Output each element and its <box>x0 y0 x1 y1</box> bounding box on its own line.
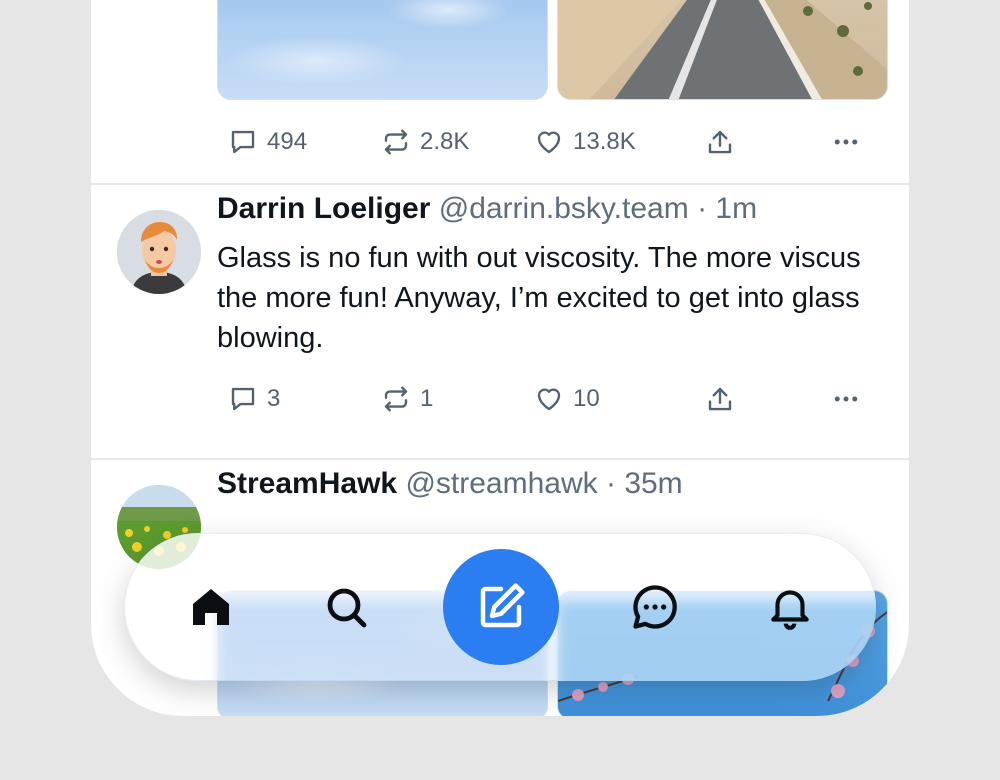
post-header: StreamHawk @streamhawk · 35m <box>217 467 683 501</box>
repost-button[interactable]: 1 <box>381 379 433 419</box>
like-button[interactable]: 10 <box>534 379 600 419</box>
bell-icon <box>771 590 809 630</box>
reply-count: 3 <box>267 385 281 412</box>
share-button[interactable] <box>705 379 735 419</box>
post-image-sky[interactable] <box>217 0 548 100</box>
post-image-road[interactable] <box>557 0 888 100</box>
post-top: 494 2.8K 13.8K <box>91 0 909 183</box>
road-illustration <box>558 0 887 99</box>
separator: · <box>605 467 616 500</box>
avatar-illustration <box>117 210 201 294</box>
author-name[interactable]: Darrin Loeliger <box>217 192 430 225</box>
repost-icon <box>384 129 408 155</box>
more-icon <box>834 396 858 402</box>
search-icon <box>327 588 367 628</box>
chat-icon <box>633 585 677 629</box>
bottom-nav <box>124 533 876 681</box>
post-header: Darrin Loeliger @darrin.bsky.team · 1m <box>217 192 757 226</box>
share-button[interactable] <box>705 122 735 162</box>
nav-home[interactable] <box>185 581 237 633</box>
repost-count: 1 <box>420 385 434 412</box>
author-name[interactable]: StreamHawk <box>217 467 397 500</box>
like-button[interactable]: 13.8K <box>534 122 636 162</box>
author-handle[interactable]: @streamhawk <box>405 467 597 500</box>
reply-icon <box>231 387 255 411</box>
reply-count: 494 <box>267 128 308 155</box>
share-icon <box>708 130 732 154</box>
reply-button[interactable]: 3 <box>228 379 280 419</box>
home-icon <box>193 589 229 625</box>
more-icon <box>834 139 858 145</box>
more-button[interactable] <box>831 379 861 419</box>
post-time: 1m <box>715 192 758 225</box>
post-text: Glass is no fun with out viscosity. The … <box>217 242 861 354</box>
reply-icon <box>231 130 255 154</box>
compose-button[interactable] <box>443 549 559 665</box>
more-button[interactable] <box>831 122 861 162</box>
post-darrin[interactable]: Darrin Loeliger @darrin.bsky.team · 1m G… <box>91 185 909 458</box>
heart-icon <box>537 388 561 411</box>
like-count: 10 <box>573 385 600 412</box>
nav-background-blur <box>558 601 876 681</box>
avatar[interactable] <box>117 210 201 294</box>
heart-icon <box>537 131 561 154</box>
repost-button[interactable]: 2.8K <box>381 122 469 162</box>
compose-icon <box>480 583 525 628</box>
post-darrin-actions: 3 1 10 <box>91 379 909 419</box>
post-time: 35m <box>624 467 683 500</box>
repost-count: 2.8K <box>420 128 470 155</box>
post-top-actions: 494 2.8K 13.8K <box>91 122 909 162</box>
repost-icon <box>384 386 408 412</box>
separator: · <box>697 192 708 225</box>
nav-notifications[interactable] <box>764 581 816 633</box>
nav-search[interactable] <box>320 581 372 633</box>
share-icon <box>708 387 732 411</box>
like-count: 13.8K <box>573 128 636 155</box>
reply-button[interactable]: 494 <box>228 122 307 162</box>
nav-chat[interactable] <box>629 581 681 633</box>
author-handle[interactable]: @darrin.bsky.team <box>439 192 689 225</box>
